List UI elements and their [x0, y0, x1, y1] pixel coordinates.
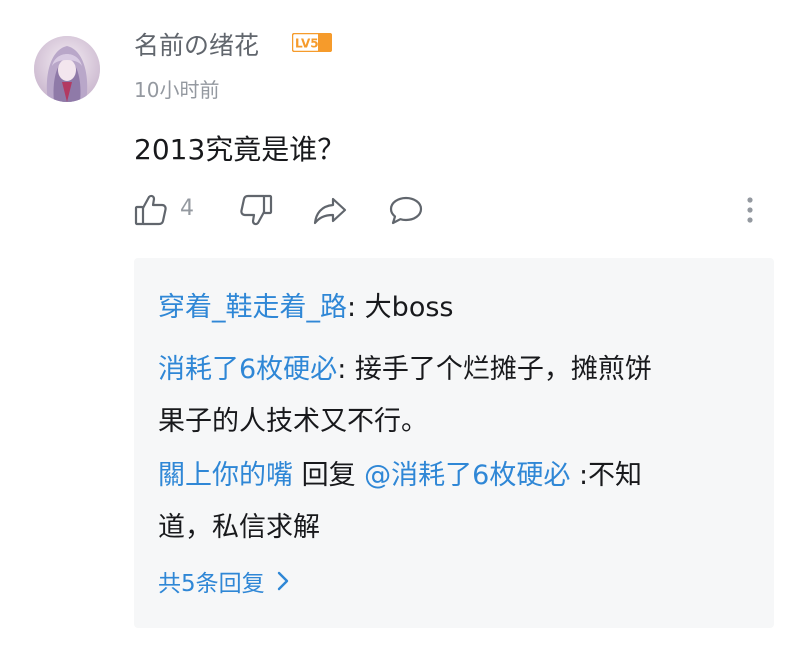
timestamp: 10小时前	[134, 78, 220, 102]
reply-author[interactable]: 消耗了6枚硬必	[158, 354, 337, 385]
avatar-image	[34, 36, 100, 102]
view-all-replies-link[interactable]: 共5条回复	[158, 564, 291, 598]
level-badge: LV5	[291, 32, 333, 53]
view-all-replies-label: 共5条回复	[158, 571, 265, 597]
reply-text: : 大boss	[347, 292, 454, 323]
level-badge-text: LV5	[295, 37, 319, 51]
comment-action-bar: 4	[0, 188, 800, 232]
like-count: 4	[180, 196, 194, 221]
replies-preview: 穿着_鞋走着_路: 大boss 消耗了6枚硬必: 接手了个烂摊子，摊煎饼 果子的…	[134, 258, 774, 628]
thumbs-up-icon[interactable]	[133, 192, 169, 228]
reply-item: 關上你的嘴 回复 @消耗了6枚硬必 :不知 道，私信求解	[158, 450, 738, 554]
share-icon[interactable]	[312, 192, 348, 228]
chevron-right-icon	[277, 571, 288, 591]
avatar[interactable]	[34, 36, 100, 102]
reply-text: 果子的人技术又不行。	[158, 406, 428, 437]
comment-text: 2013究竟是谁？	[134, 133, 346, 166]
vertical-dots-icon[interactable]	[738, 192, 762, 228]
reply-label: 回复	[293, 460, 365, 491]
speech-bubble-icon[interactable]	[388, 192, 424, 228]
thumbs-down-icon[interactable]	[238, 192, 274, 228]
reply-text: :不知	[570, 460, 643, 491]
reply-author[interactable]: 關上你的嘴	[158, 460, 293, 491]
reply-item: 穿着_鞋走着_路: 大boss	[158, 282, 738, 334]
reply-item: 消耗了6枚硬必: 接手了个烂摊子，摊煎饼 果子的人技术又不行。	[158, 344, 738, 448]
username[interactable]: 名前の绪花	[134, 26, 259, 62]
reply-text: 道，私信求解	[158, 512, 320, 543]
reply-author[interactable]: 穿着_鞋走着_路	[158, 292, 347, 323]
reply-text: : 接手了个烂摊子，摊煎饼	[337, 354, 652, 385]
reply-mention[interactable]: @消耗了6枚硬必	[364, 460, 570, 491]
